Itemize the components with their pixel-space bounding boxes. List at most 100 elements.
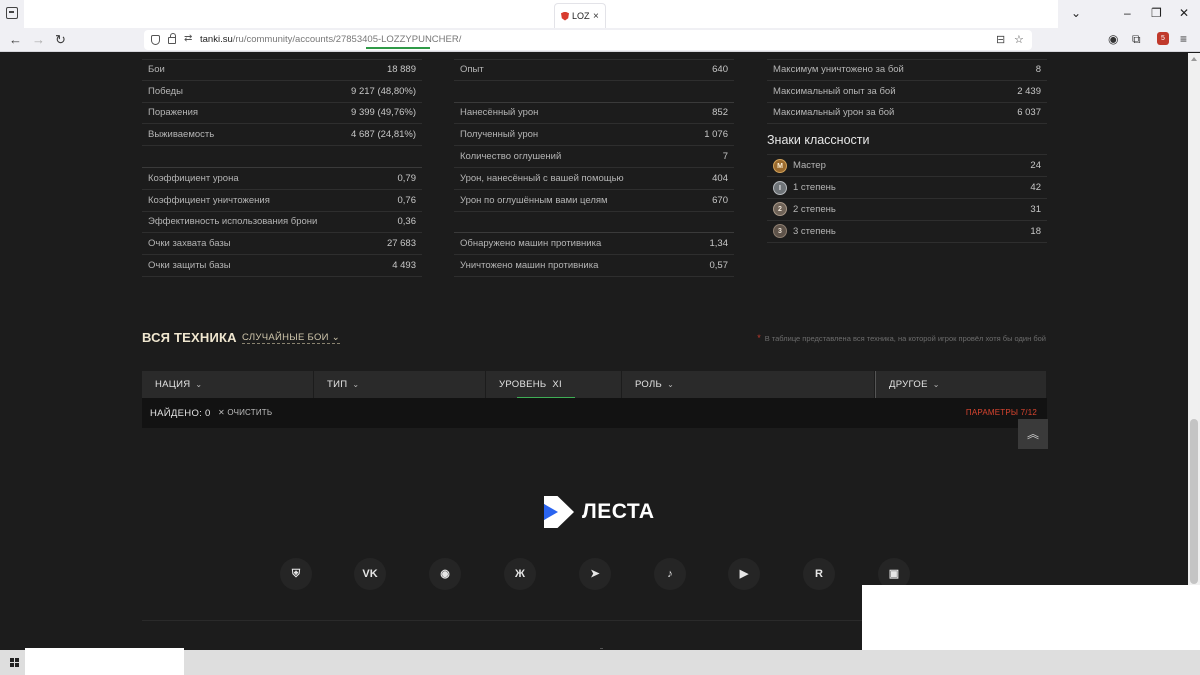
lesta-logo-mark-icon <box>544 496 574 528</box>
parameters-button[interactable]: ПАРАМЕТРЫ 7/12 <box>966 408 1037 417</box>
chevron-down-icon: ⌄ <box>667 380 675 389</box>
stat-value: 1 076 <box>704 129 728 141</box>
stat-label: Коэффициент уничтожения <box>148 194 270 206</box>
filter-nation-label: НАЦИЯ <box>155 379 191 390</box>
stat-label: Очки защиты базы <box>148 260 231 272</box>
chevron-down-icon: ⌄ <box>352 380 360 389</box>
reader-view-icon[interactable]: ⊟ <box>996 33 1005 46</box>
youtube-icon[interactable]: ▶ <box>728 558 760 590</box>
reload-button[interactable]: ↻ <box>55 31 66 49</box>
page-content: Бои 18 889 Победы 9 217 (48,80%) Поражения… <box>0 53 1188 650</box>
browser-tabstrip: LOZZ × ⌄ – ❐ ✕ <box>0 0 1200 28</box>
stat-value: 7 <box>722 151 728 163</box>
lock-icon[interactable] <box>168 33 176 44</box>
url-text[interactable]: tanki.su/ru/community/accounts/27853405-… <box>200 34 461 45</box>
stat-value: 8 <box>1035 64 1041 76</box>
clear-filters-button[interactable]: ✕ ОЧИСТИТЬ <box>218 408 272 417</box>
class-mark-value: 24 <box>1030 160 1041 172</box>
class-2-badge-icon: 2 <box>773 202 787 217</box>
stat-label: Максимальный опыт за бой <box>773 85 896 97</box>
stat-row: Бои 18 889 <box>142 59 422 81</box>
address-bar[interactable]: ⇄ tanki.su/ru/community/accounts/2785340… <box>144 30 1032 50</box>
stat-divider <box>142 146 422 168</box>
tiktok-icon[interactable]: ♪ <box>654 558 686 590</box>
filter-nation[interactable]: НАЦИЯ ⌄ <box>142 371 314 398</box>
battle-mode-label: СЛУЧАЙНЫЕ БОИ <box>242 332 329 343</box>
back-button[interactable]: ← <box>9 31 22 49</box>
bookmark-star-icon[interactable]: ☆ <box>1014 33 1024 46</box>
stat-label: Опыт <box>460 64 484 76</box>
discord-icon[interactable]: ◉ <box>429 558 461 590</box>
note-asterisk: * <box>757 333 761 343</box>
scroll-up-arrow-icon[interactable] <box>1191 57 1197 61</box>
windows-start-icon[interactable] <box>10 658 20 668</box>
account-icon[interactable]: ◉ <box>1108 32 1118 46</box>
close-icon: ✕ <box>218 408 228 417</box>
stat-row: Эффективность использования брони 0,36 <box>142 212 422 234</box>
permissions-icon[interactable]: ⇄ <box>184 33 192 44</box>
filter-type[interactable]: ТИП ⌄ <box>314 371 486 398</box>
class-mark-label-group: 2 2 степень <box>773 202 836 217</box>
tab-close-icon[interactable]: × <box>593 11 599 22</box>
found-count: НАЙДЕНО: 0 <box>150 408 211 419</box>
tracking-shield-icon[interactable] <box>151 35 160 45</box>
stat-value: 9 217 (48,80%) <box>351 85 416 97</box>
class-mark-label-group: 3 3 степень <box>773 224 836 239</box>
filter-other[interactable]: ДРУГОЕ ⌄ <box>875 371 1047 398</box>
stat-row: Количество оглушений 7 <box>454 146 734 168</box>
class-mark-row: 2 2 степень 31 <box>767 199 1047 221</box>
filter-level-value: XI <box>552 379 562 390</box>
telegram-icon[interactable]: ➤ <box>579 558 611 590</box>
browser-tab-active[interactable]: LOZZ × <box>554 3 606 28</box>
scroll-to-top-button[interactable]: ︽ <box>1018 419 1048 449</box>
double-chevron-up-icon: ︽ <box>1026 427 1039 441</box>
close-window-button[interactable]: ✕ <box>1179 6 1189 20</box>
ok-icon[interactable]: Ж <box>504 558 536 590</box>
url-path: /ru/community/accounts/27853405-LOZZYPUN… <box>232 34 462 45</box>
extensions-icon[interactable]: ⧉ <box>1132 32 1141 47</box>
stat-row: Коэффициент уничтожения 0,76 <box>142 190 422 212</box>
forward-button[interactable]: → <box>32 31 45 49</box>
minimize-button[interactable]: – <box>1124 6 1131 20</box>
page-scrollbar[interactable] <box>1188 53 1200 650</box>
stat-row: Полученный урон 1 076 <box>454 124 734 147</box>
class-mark-row: I 1 степень 42 <box>767 177 1047 199</box>
filter-level[interactable]: УРОВЕНЬ XI <box>486 371 622 399</box>
menu-icon[interactable]: ≡ <box>1180 32 1187 46</box>
chevron-down-icon: ⌄ <box>195 380 203 389</box>
filter-role[interactable]: РОЛЬ ⌄ <box>622 371 875 398</box>
class-mark-label: 1 степень <box>793 182 836 194</box>
scrollbar-thumb[interactable] <box>1190 419 1198 584</box>
list-tabs-icon[interactable]: ⌄ <box>1071 6 1081 20</box>
lesta-icon[interactable]: ⛨ <box>280 558 312 590</box>
taskbar-search-box[interactable] <box>25 648 184 675</box>
class-mark-label-group: I 1 степень <box>773 180 836 195</box>
class-mark-label: 3 степень <box>793 225 836 237</box>
battle-mode-dropdown[interactable]: СЛУЧАЙНЫЕ БОИ ⌄ <box>242 332 341 344</box>
rutube-icon[interactable]: R <box>803 558 835 590</box>
lesta-logo-text: ЛЕСТА <box>582 500 655 523</box>
stat-label: Нанесённый урон <box>460 107 539 119</box>
stat-row: Максимум уничтожено за бой 8 <box>767 59 1047 81</box>
class-1-badge-icon: I <box>773 180 787 195</box>
lesta-logo[interactable]: ЛЕСТА <box>544 496 655 528</box>
stat-value: 0,76 <box>397 194 417 206</box>
tab-overview-icon[interactable] <box>6 7 18 19</box>
stat-row: Урон, нанесённый с вашей помощью 404 <box>454 168 734 190</box>
stat-value: 4 687 (24,81%) <box>351 129 416 141</box>
stat-value: 27 683 <box>386 238 416 250</box>
class-marks-title: Знаки классности <box>767 124 1047 156</box>
vk-icon[interactable]: VK <box>354 558 386 590</box>
class-mark-value: 18 <box>1030 225 1041 237</box>
stat-label: Победы <box>148 85 183 97</box>
filter-level-label: УРОВЕНЬ <box>499 379 547 390</box>
restore-button[interactable]: ❐ <box>1151 6 1162 20</box>
stats-column-general: Бои 18 889 Победы 9 217 (48,80%) Поражения… <box>142 59 422 277</box>
stat-row: Обнаружено машин противника 1,34 <box>454 233 734 256</box>
stat-value: 9 399 (49,76%) <box>351 107 416 119</box>
stats-column-records: Максимум уничтожено за бой 8 Максимальный… <box>767 59 1047 243</box>
stat-label: Очки захвата базы <box>148 238 231 250</box>
stat-row: Максимальный урон за бой 6 037 <box>767 103 1047 125</box>
stat-divider <box>454 81 734 103</box>
extension-badge-icon[interactable]: 5 <box>1157 32 1169 45</box>
